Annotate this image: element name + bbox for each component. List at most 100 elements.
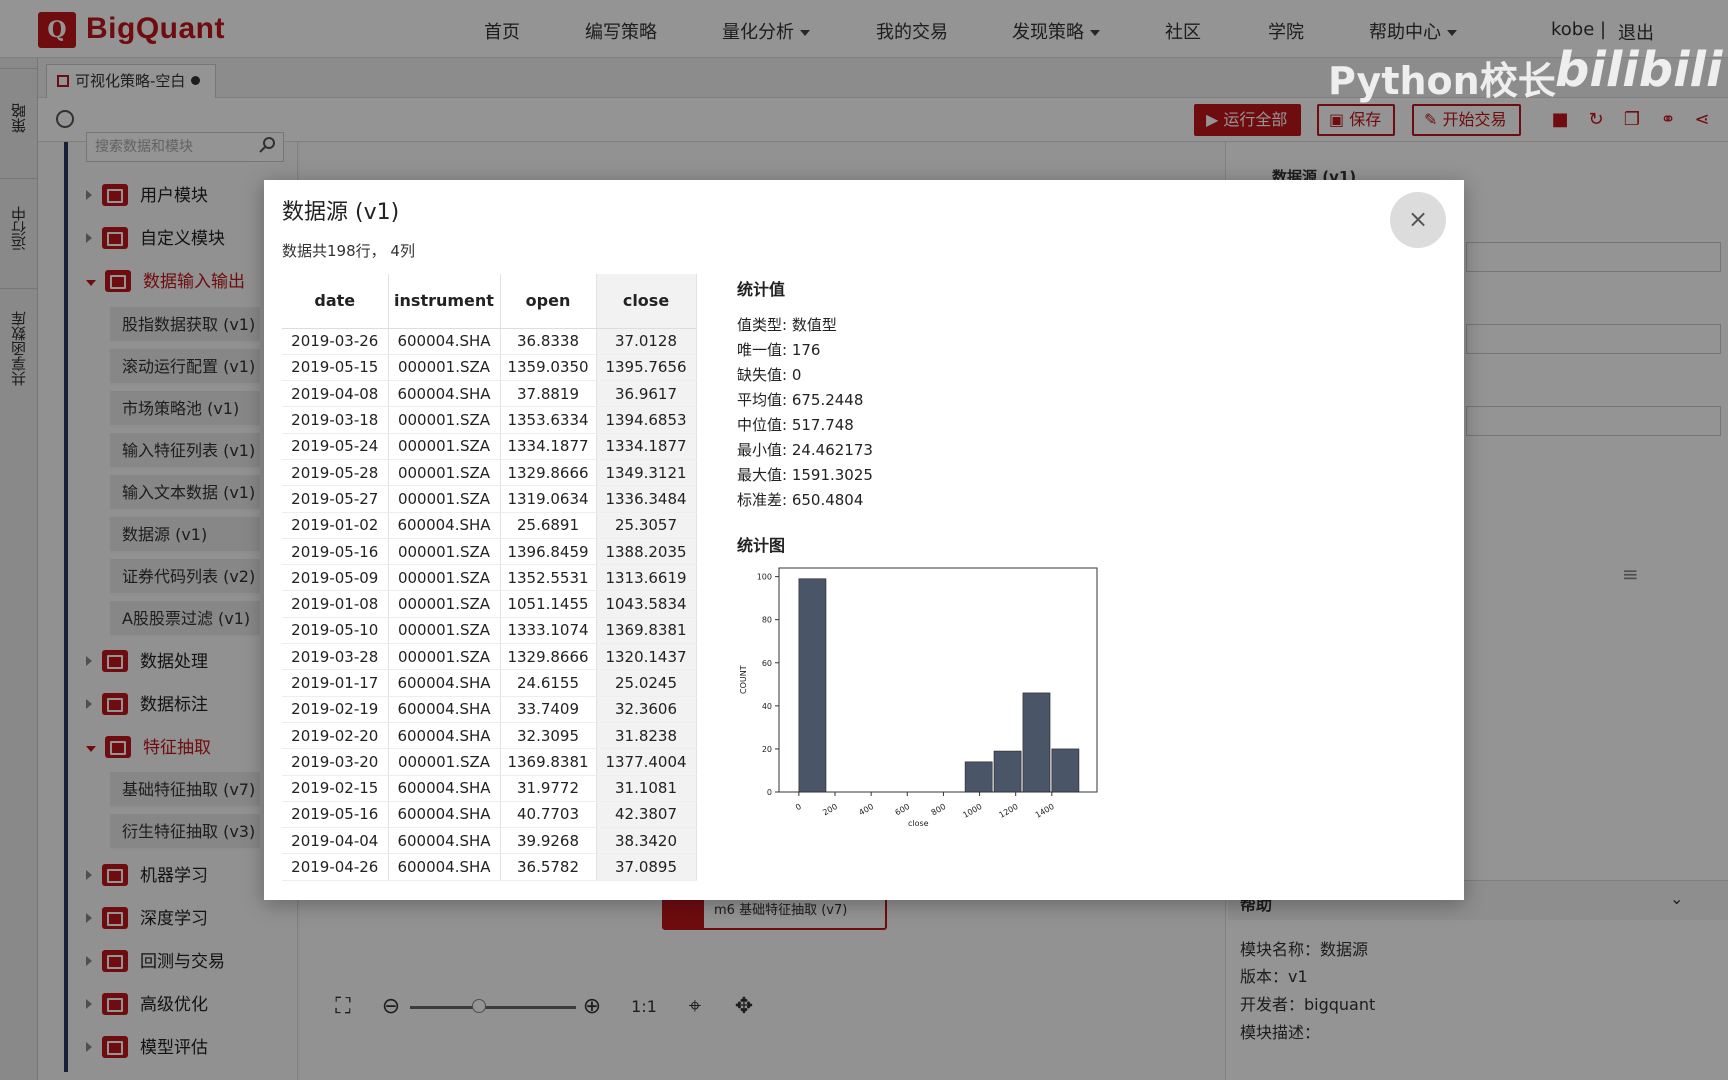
data-summary: 数据共198行， 4列 (282, 242, 415, 260)
table-row[interactable]: 2019-05-16 000001.SZA 1396.8459 1388.2035 (282, 538, 697, 566)
cell-close: 1313.6619 (596, 564, 697, 592)
cell-open: 36.5782 (500, 853, 597, 881)
histogram-chart: 0204060801000 200 400 600 800 1000 1200 1400clo… (739, 567, 1098, 828)
table-header-row: date instrument open close (282, 274, 697, 329)
cell-open: 1329.8666 (500, 459, 597, 487)
cell-close: 1334.1877 (596, 433, 697, 460)
cell-instrument: 000001.SZA (388, 748, 501, 776)
data-table-container[interactable]: date instrument open close 2019-03-26 600… (282, 274, 706, 900)
cell-date: 2019-05-15 (282, 354, 389, 382)
table-row[interactable]: 2019-05-24 000001.SZA 1334.1877 1334.1877 (282, 433, 697, 460)
histogram-bar (1051, 748, 1080, 793)
table-row[interactable]: 2019-05-27 000001.SZA 1319.0634 1336.3484 (282, 485, 697, 513)
y-axis-label: COUNT (739, 665, 748, 694)
y-tick-label: 40 (762, 702, 772, 711)
cell-close: 1320.1437 (596, 643, 697, 671)
x-tick-label: 0 (794, 802, 803, 812)
cell-date: 2019-05-27 (282, 485, 389, 513)
stat-median: 中位值: 517.748 (737, 416, 854, 434)
table-row[interactable]: 2019-01-08 000001.SZA 1051.1455 1043.5834 (282, 590, 697, 618)
close-icon[interactable]: × (1390, 192, 1446, 248)
table-row[interactable]: 2019-02-20 600004.SHA 32.3095 31.8238 (282, 722, 697, 750)
cell-instrument: 000001.SZA (388, 564, 501, 592)
cell-date: 2019-02-15 (282, 775, 389, 802)
cell-open: 33.7409 (500, 696, 597, 723)
table-row[interactable]: 2019-02-15 600004.SHA 31.9772 31.1081 (282, 775, 697, 802)
x-tick-label: 800 (930, 802, 948, 817)
cell-close: 37.0128 (596, 328, 697, 355)
stat-std: 标准差: 650.4804 (737, 491, 864, 509)
table-row[interactable]: 2019-03-18 000001.SZA 1353.6334 1394.6853 (282, 406, 697, 434)
cell-open: 36.8338 (500, 328, 597, 355)
cell-open: 1333.1074 (500, 617, 597, 645)
cell-open: 1369.8381 (500, 748, 597, 776)
cell-open: 1051.1455 (500, 590, 597, 618)
table-row[interactable]: 2019-04-04 600004.SHA 39.9268 38.3420 (282, 827, 697, 855)
table-row[interactable]: 2019-03-20 000001.SZA 1369.8381 1377.4004 (282, 748, 697, 776)
cell-close: 36.9617 (596, 380, 697, 408)
cell-close: 38.3420 (596, 827, 697, 855)
cell-date: 2019-05-28 (282, 459, 389, 487)
cell-date: 2019-04-08 (282, 380, 389, 408)
cell-instrument: 600004.SHA (388, 696, 501, 723)
cell-date: 2019-01-08 (282, 590, 389, 618)
cell-open: 37.8819 (500, 380, 597, 408)
column-header-date[interactable]: date (282, 274, 389, 329)
cell-open: 40.7703 (500, 801, 597, 829)
cell-instrument: 000001.SZA (388, 433, 501, 460)
cell-instrument: 000001.SZA (388, 485, 501, 513)
stat-value-type: 值类型: 数值型 (737, 316, 837, 334)
cell-open: 25.6891 (500, 512, 597, 539)
table-row[interactable]: 2019-03-28 000001.SZA 1329.8666 1320.1437 (282, 643, 697, 671)
table-row[interactable]: 2019-02-19 600004.SHA 33.7409 32.3606 (282, 696, 697, 723)
cell-close: 1377.4004 (596, 748, 697, 776)
column-header-close[interactable]: close (596, 274, 697, 329)
cell-close: 1388.2035 (596, 538, 697, 566)
cell-instrument: 600004.SHA (388, 328, 501, 355)
cell-open: 39.9268 (500, 827, 597, 855)
x-tick-label: 600 (894, 802, 912, 817)
column-header-instrument[interactable]: instrument (388, 274, 501, 329)
column-header-open[interactable]: open (500, 274, 597, 329)
x-tick-label: 400 (857, 802, 875, 817)
cell-open: 24.6155 (500, 669, 597, 697)
cell-instrument: 600004.SHA (388, 512, 501, 539)
x-tick-label: 1000 (961, 802, 983, 820)
table-row[interactable]: 2019-05-09 000001.SZA 1352.5531 1313.6619 (282, 564, 697, 592)
table-row[interactable]: 2019-04-08 600004.SHA 37.8819 36.9617 (282, 380, 697, 408)
table-row[interactable]: 2019-01-17 600004.SHA 24.6155 25.0245 (282, 669, 697, 697)
cell-date: 2019-01-02 (282, 512, 389, 539)
bilibili-logo: bilibili (1555, 42, 1723, 98)
histogram-bar (993, 750, 1022, 793)
cell-instrument: 600004.SHA (388, 827, 501, 855)
table-row[interactable]: 2019-05-16 600004.SHA 40.7703 42.3807 (282, 801, 697, 829)
cell-instrument: 600004.SHA (388, 775, 501, 802)
modal-title: 数据源 (v1) (282, 200, 400, 225)
chart-heading: 统计图 (737, 536, 786, 555)
y-tick-label: 20 (762, 745, 772, 754)
cell-open: 1319.0634 (500, 485, 597, 513)
cell-open: 1396.8459 (500, 538, 597, 566)
y-tick-label: 60 (762, 659, 772, 668)
cell-open: 1329.8666 (500, 643, 597, 671)
cell-open: 1353.6334 (500, 406, 597, 434)
cell-close: 1336.3484 (596, 485, 697, 513)
cell-date: 2019-04-04 (282, 827, 389, 855)
table-row[interactable]: 2019-05-15 000001.SZA 1359.0350 1395.7656 (282, 354, 697, 382)
stats-heading: 统计值 (737, 280, 786, 299)
table-row[interactable]: 2019-05-28 000001.SZA 1329.8666 1349.3121 (282, 459, 697, 487)
table-row[interactable]: 2019-01-02 600004.SHA 25.6891 25.3057 (282, 512, 697, 539)
table-row[interactable]: 2019-03-26 600004.SHA 36.8338 37.0128 (282, 328, 697, 355)
stat-max: 最大值: 1591.3025 (737, 466, 873, 484)
cell-instrument: 000001.SZA (388, 617, 501, 645)
cell-instrument: 600004.SHA (388, 722, 501, 750)
cell-open: 1359.0350 (500, 354, 597, 382)
cell-open: 1334.1877 (500, 433, 597, 460)
table-row[interactable]: 2019-04-26 600004.SHA 36.5782 37.0895 (282, 853, 697, 881)
cell-date: 2019-05-24 (282, 433, 389, 460)
cell-instrument: 000001.SZA (388, 459, 501, 487)
cell-date: 2019-05-10 (282, 617, 389, 645)
table-row[interactable]: 2019-05-10 000001.SZA 1333.1074 1369.8381 (282, 617, 697, 645)
cell-instrument: 000001.SZA (388, 538, 501, 566)
stat-unique: 唯一值: 176 (737, 341, 821, 359)
